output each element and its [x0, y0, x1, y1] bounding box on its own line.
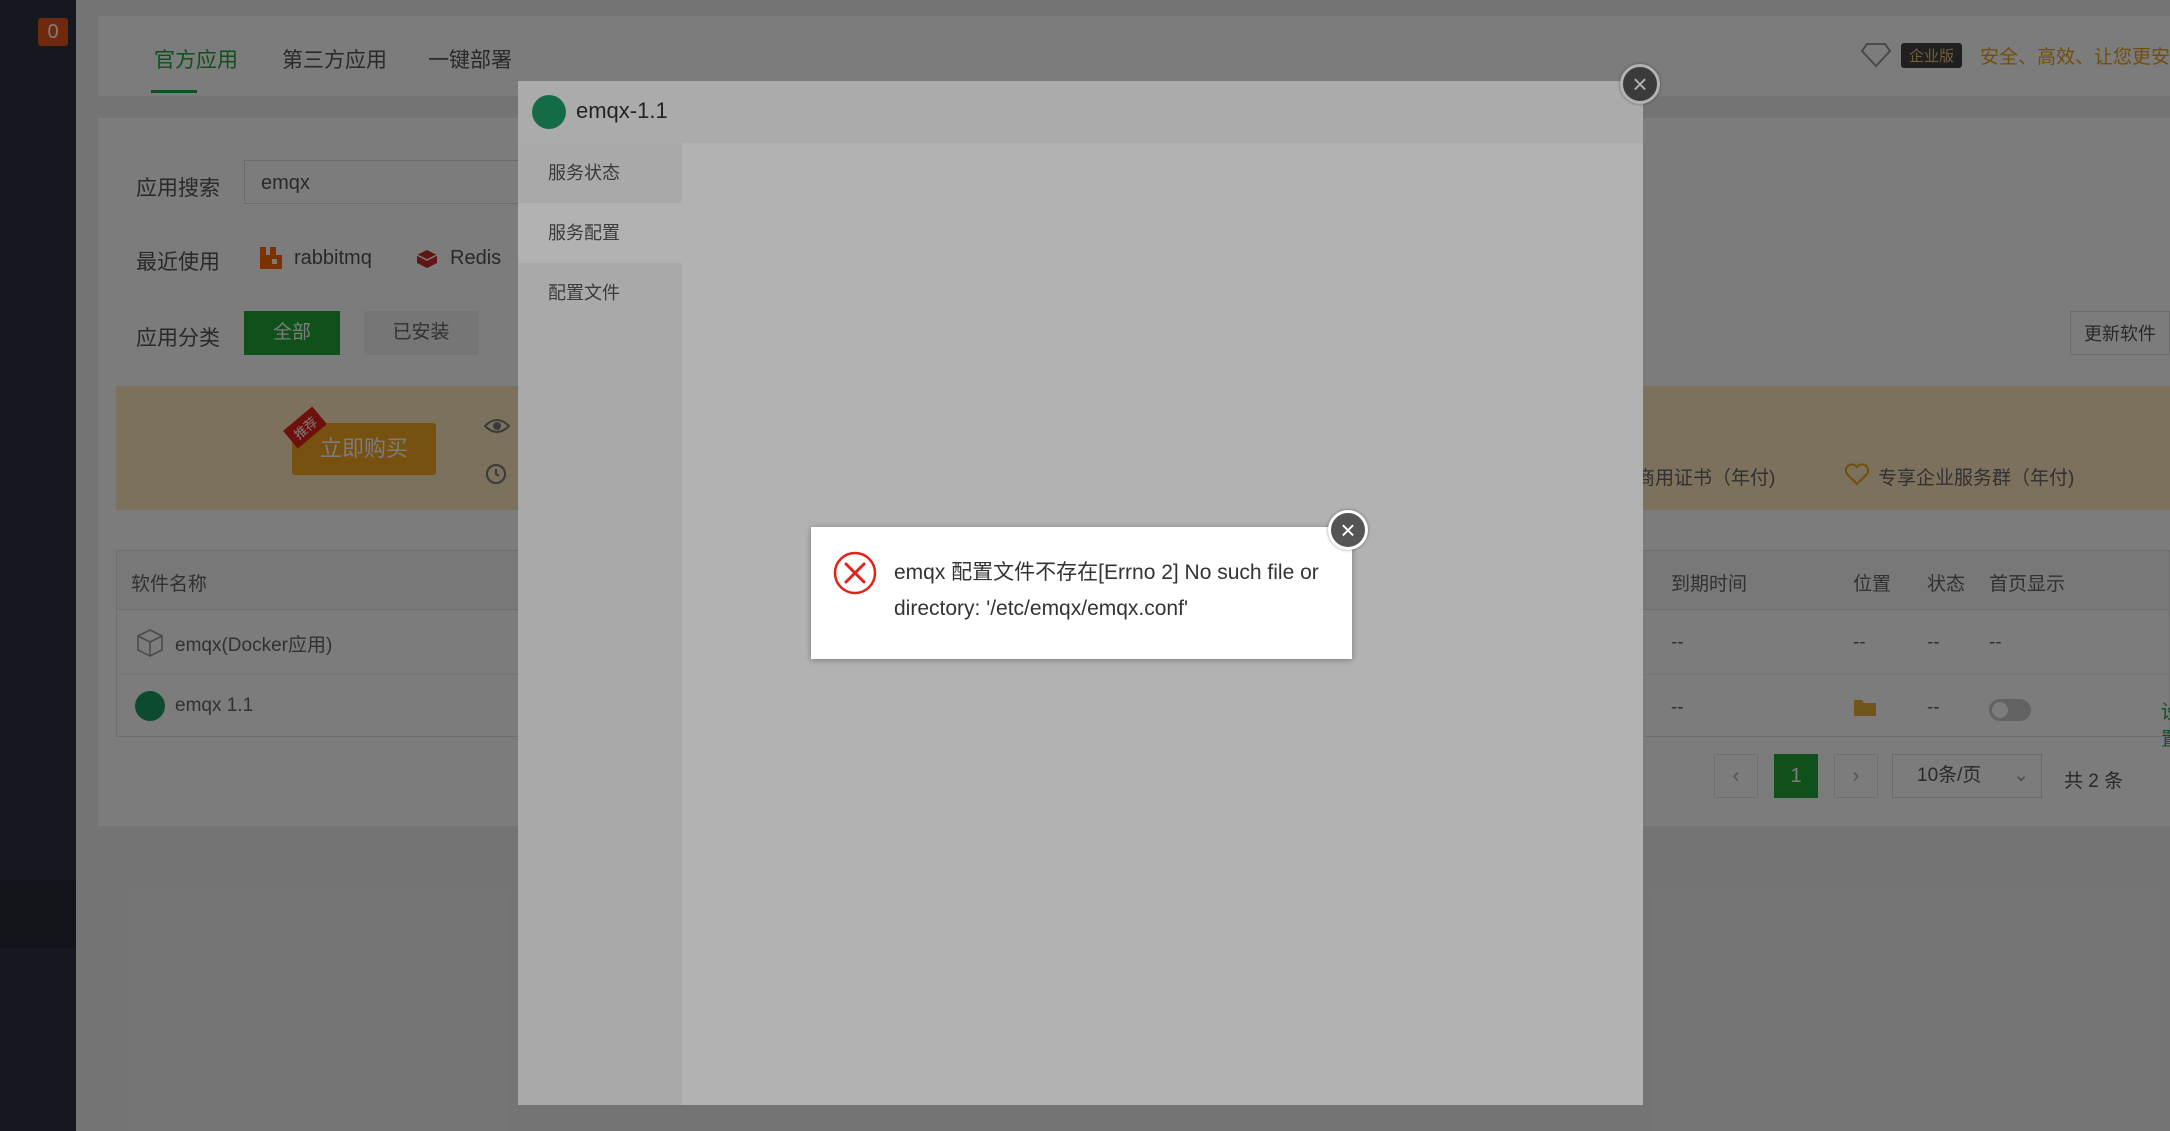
error-message-text: emqx 配置文件不存在[Errno 2] No such file or di… — [894, 561, 1319, 620]
error-message-box: emqx 配置文件不存在[Errno 2] No such file or di… — [811, 527, 1352, 659]
message-close-button[interactable]: × — [1328, 510, 1368, 550]
error-icon — [833, 551, 877, 595]
